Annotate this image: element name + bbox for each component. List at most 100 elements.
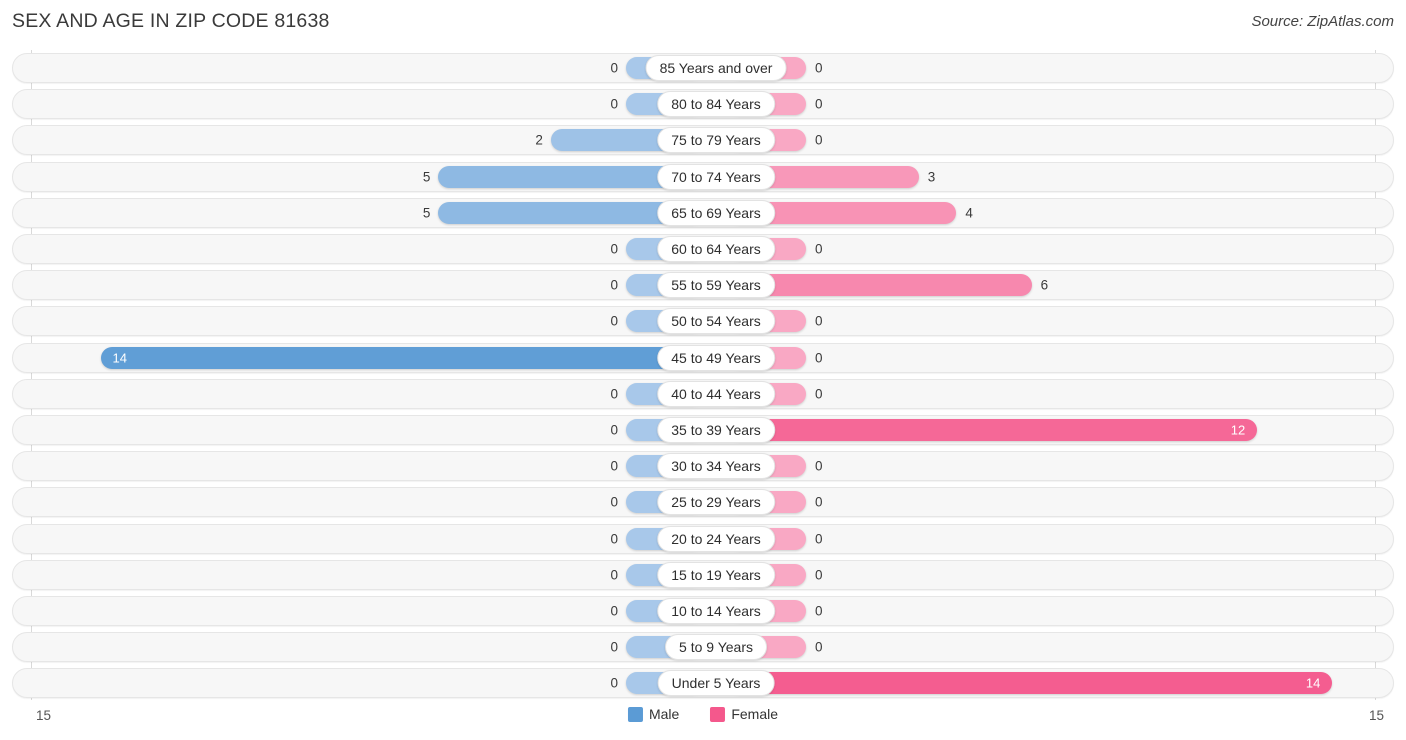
row-inner: 5 3 70 to 74 Years <box>13 163 1393 191</box>
value-label-female: 0 <box>815 350 823 366</box>
value-label-female: 0 <box>815 531 823 547</box>
value-label-male: 0 <box>610 458 618 474</box>
legend-label-male: Male <box>648 706 680 722</box>
value-label-female: 0 <box>815 386 823 402</box>
row-inner: 0 6 55 to 59 Years <box>13 271 1393 299</box>
value-label-male: 0 <box>610 313 618 329</box>
value-label-female: 0 <box>815 132 823 148</box>
row-inner: 0 0 60 to 64 Years <box>13 235 1393 263</box>
row-inner: 0 0 20 to 24 Years <box>13 525 1393 553</box>
value-label-male: 5 <box>422 169 431 185</box>
pyramid-row: 14 0 45 to 49 Years <box>12 342 1394 373</box>
axis-max-left: 15 <box>36 708 52 723</box>
bar-male <box>100 346 704 369</box>
age-group-label: 20 to 24 Years <box>657 525 775 552</box>
pyramid-row: 0 0 85 Years and over <box>12 53 1394 83</box>
legend-swatch-female <box>710 706 726 722</box>
pyramid-row: 0 0 60 to 64 Years <box>12 234 1394 264</box>
legend-swatch-male <box>627 706 643 722</box>
value-label-male: 0 <box>610 386 618 402</box>
pyramid-row: 0 0 30 to 34 Years <box>12 451 1394 482</box>
pyramid-row: 0 0 25 to 29 Years <box>12 487 1394 518</box>
value-label-male: 0 <box>610 241 618 257</box>
row-inner: 0 14 Under 5 Years <box>13 669 1393 697</box>
value-label-male: 0 <box>610 603 618 619</box>
age-group-label: 60 to 64 Years <box>657 236 775 262</box>
chart-legend: Male Female <box>627 706 778 722</box>
value-label-male: 14 <box>112 350 127 366</box>
age-group-label: 50 to 54 Years <box>657 308 775 335</box>
age-group-label: Under 5 Years <box>657 670 775 697</box>
legend-item-female[interactable]: Female <box>710 706 778 722</box>
source-attribution: Source: ZipAtlas.com <box>1251 13 1394 30</box>
age-group-label: 40 to 44 Years <box>657 380 775 407</box>
value-label-male: 0 <box>610 277 618 293</box>
age-group-label: 25 to 29 Years <box>657 489 775 516</box>
pyramid-row: 0 0 20 to 24 Years <box>12 523 1394 554</box>
row-inner: 0 0 40 to 44 Years <box>13 380 1393 408</box>
row-inner: 14 0 45 to 49 Years <box>13 344 1393 372</box>
age-group-label: 45 to 49 Years <box>657 344 775 371</box>
age-group-label: 65 to 69 Years <box>657 199 775 226</box>
age-group-label: 85 Years and over <box>645 55 787 81</box>
value-label-female: 3 <box>927 169 936 185</box>
pyramid-row: 2 0 75 to 79 Years <box>12 125 1394 156</box>
chart-header: SEX AND AGE IN ZIP CODE 81638 Source: Zi… <box>0 0 1406 44</box>
row-inner: 0 0 5 to 9 Years <box>13 633 1393 661</box>
age-group-label: 35 to 39 Years <box>657 417 775 443</box>
chart-footer: 15 15 Male Female <box>0 700 1406 740</box>
row-inner: 0 0 85 Years and over <box>13 54 1393 82</box>
row-inner: 2 0 75 to 79 Years <box>13 126 1393 154</box>
legend-item-male[interactable]: Male <box>627 706 680 722</box>
value-label-female: 12 <box>1230 422 1246 438</box>
value-label-male: 0 <box>610 60 618 76</box>
value-label-female: 14 <box>1305 675 1321 691</box>
age-group-label: 80 to 84 Years <box>657 91 775 118</box>
bar-female <box>728 672 1333 695</box>
bar-female <box>728 419 1258 441</box>
pyramid-row: 0 6 55 to 59 Years <box>12 270 1394 301</box>
row-inner: 0 0 10 to 14 Years <box>13 597 1393 625</box>
pyramid-row: 0 0 80 to 84 Years <box>12 89 1394 120</box>
row-inner: 0 0 15 to 19 Years <box>13 561 1393 589</box>
value-label-male: 0 <box>610 422 618 438</box>
row-inner: 0 0 80 to 84 Years <box>13 90 1393 118</box>
row-inner: 0 0 25 to 29 Years <box>13 488 1393 516</box>
pyramid-row: 0 0 40 to 44 Years <box>12 378 1394 409</box>
value-label-male: 2 <box>535 132 543 148</box>
pyramid-row: 0 12 35 to 39 Years <box>12 415 1394 445</box>
value-label-male: 0 <box>610 531 618 547</box>
age-group-label: 70 to 74 Years <box>657 163 775 190</box>
pyramid-row: 0 0 10 to 14 Years <box>12 596 1394 626</box>
pyramid-row: 0 0 50 to 54 Years <box>12 306 1394 337</box>
value-label-male: 5 <box>422 205 431 221</box>
page-title: SEX AND AGE IN ZIP CODE 81638 <box>12 10 330 32</box>
value-label-male: 0 <box>610 639 618 655</box>
value-label-female: 4 <box>965 205 973 221</box>
axis-max-right: 15 <box>1368 708 1384 723</box>
pyramid-row: 0 14 Under 5 Years <box>12 668 1394 699</box>
age-group-label: 30 to 34 Years <box>657 453 775 480</box>
pyramid-row: 0 0 5 to 9 Years <box>12 632 1394 663</box>
value-label-male: 0 <box>610 675 618 691</box>
age-group-label: 10 to 14 Years <box>657 598 775 624</box>
row-inner: 0 12 35 to 39 Years <box>13 416 1393 444</box>
chart-page: SEX AND AGE IN ZIP CODE 81638 Source: Zi… <box>0 0 1406 740</box>
row-inner: 5 4 65 to 69 Years <box>13 199 1393 227</box>
value-label-female: 0 <box>815 241 823 257</box>
value-label-female: 0 <box>815 313 823 329</box>
age-group-label: 55 to 59 Years <box>657 272 775 299</box>
row-inner: 0 0 30 to 34 Years <box>13 452 1393 480</box>
value-label-female: 0 <box>815 494 823 510</box>
value-label-female: 0 <box>815 60 823 76</box>
value-label-male: 0 <box>610 567 618 583</box>
value-label-female: 0 <box>815 603 823 619</box>
age-group-label: 5 to 9 Years <box>665 634 767 661</box>
value-label-female: 0 <box>815 96 823 112</box>
age-group-label: 15 to 19 Years <box>657 561 775 588</box>
legend-label-female: Female <box>731 706 779 722</box>
age-group-label: 75 to 79 Years <box>657 127 775 154</box>
population-pyramid-plot: 0 0 85 Years and over 0 0 80 to 84 Years 2 0 75 … <box>0 50 1406 700</box>
pyramid-row: 5 3 70 to 74 Years <box>12 161 1394 192</box>
value-label-female: 6 <box>1040 277 1049 293</box>
